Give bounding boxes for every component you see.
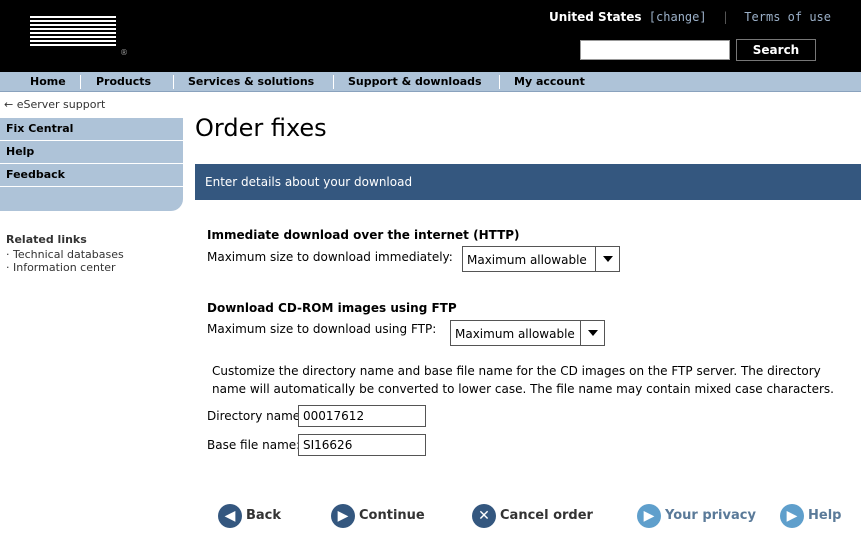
forward-arrow-icon: ▶ bbox=[780, 504, 804, 528]
search-input[interactable] bbox=[580, 40, 730, 60]
top-navigation: Home Products Services & solutions Suppo… bbox=[0, 72, 861, 92]
ibm-logo[interactable] bbox=[30, 16, 116, 48]
page-title: Order fixes bbox=[195, 114, 327, 142]
related-links: Related links · Technical databases · In… bbox=[6, 233, 124, 274]
http-size-select[interactable]: Maximum allowable bbox=[462, 246, 620, 272]
nav-home[interactable]: Home bbox=[30, 75, 66, 88]
nav-products[interactable]: Products bbox=[96, 75, 151, 88]
dropdown-arrow-icon[interactable] bbox=[580, 321, 604, 345]
http-heading: Immediate download over the internet (HT… bbox=[207, 228, 520, 242]
continue-label: Continue bbox=[359, 508, 425, 523]
your-privacy-button[interactable]: ▶ Your privacy bbox=[637, 504, 767, 530]
section-header: Enter details about your download bbox=[195, 164, 861, 200]
back-label: Back bbox=[246, 508, 282, 523]
related-link-technical-databases[interactable]: · Technical databases bbox=[6, 248, 124, 261]
leftnav-help[interactable]: Help bbox=[0, 141, 183, 164]
nav-divider bbox=[499, 75, 500, 89]
back-arrow-icon: ◀ bbox=[218, 504, 242, 528]
http-size-value: Maximum allowable bbox=[467, 253, 587, 267]
ftp-heading: Download CD-ROM images using FTP bbox=[207, 301, 457, 315]
country-label: United States bbox=[549, 10, 642, 24]
masthead: ® United States [change] | Terms of use … bbox=[0, 0, 861, 72]
change-country-link[interactable]: [change] bbox=[649, 10, 707, 24]
ftp-size-value: Maximum allowable bbox=[455, 327, 575, 341]
leftnav-feedback[interactable]: Feedback bbox=[0, 164, 183, 187]
http-size-label: Maximum size to download immediately: bbox=[207, 250, 453, 264]
related-link-information-center[interactable]: · Information center bbox=[6, 261, 124, 274]
help-label: Help bbox=[808, 508, 842, 523]
related-links-heading: Related links bbox=[6, 233, 87, 246]
customize-description: Customize the directory name and base fi… bbox=[212, 364, 834, 396]
search-button[interactable]: Search bbox=[736, 39, 816, 61]
base-file-name-label: Base file name: bbox=[207, 438, 301, 452]
your-privacy-label: Your privacy bbox=[665, 508, 756, 523]
directory-name-label: Directory name: bbox=[207, 409, 305, 423]
nav-my-account[interactable]: My account bbox=[514, 75, 585, 88]
registered-mark: ® bbox=[120, 48, 128, 57]
cancel-x-icon: ✕ bbox=[472, 504, 496, 528]
base-file-name-field[interactable]: SI16626 bbox=[298, 434, 426, 456]
nav-services[interactable]: Services & solutions bbox=[188, 75, 314, 88]
help-button[interactable]: ▶ Help bbox=[780, 504, 850, 530]
nav-divider bbox=[80, 75, 81, 89]
forward-arrow-icon: ▶ bbox=[331, 504, 355, 528]
nav-support[interactable]: Support & downloads bbox=[348, 75, 482, 88]
back-button[interactable]: ◀ Back bbox=[218, 504, 288, 530]
terms-of-use-link[interactable]: Terms of use bbox=[744, 10, 831, 24]
continue-button[interactable]: ▶ Continue bbox=[331, 504, 431, 530]
geo-links: United States [change] | Terms of use bbox=[549, 10, 831, 24]
dropdown-arrow-icon[interactable] bbox=[595, 247, 619, 271]
eserver-support-link[interactable]: ← eServer support bbox=[4, 98, 105, 111]
cancel-order-label: Cancel order bbox=[500, 508, 593, 523]
leftnav-bottom-cap bbox=[0, 187, 183, 211]
cancel-order-button[interactable]: ✕ Cancel order bbox=[472, 504, 602, 530]
directory-name-field[interactable]: 00017612 bbox=[298, 405, 426, 427]
ftp-size-label: Maximum size to download using FTP: bbox=[207, 322, 437, 336]
leftnav-fix-central[interactable]: Fix Central bbox=[0, 118, 183, 141]
forward-arrow-icon: ▶ bbox=[637, 504, 661, 528]
nav-divider bbox=[173, 75, 174, 89]
separator: | bbox=[721, 10, 730, 24]
ftp-size-select[interactable]: Maximum allowable bbox=[450, 320, 605, 346]
nav-divider bbox=[333, 75, 334, 89]
left-navigation: Fix Central Help Feedback bbox=[0, 118, 183, 211]
